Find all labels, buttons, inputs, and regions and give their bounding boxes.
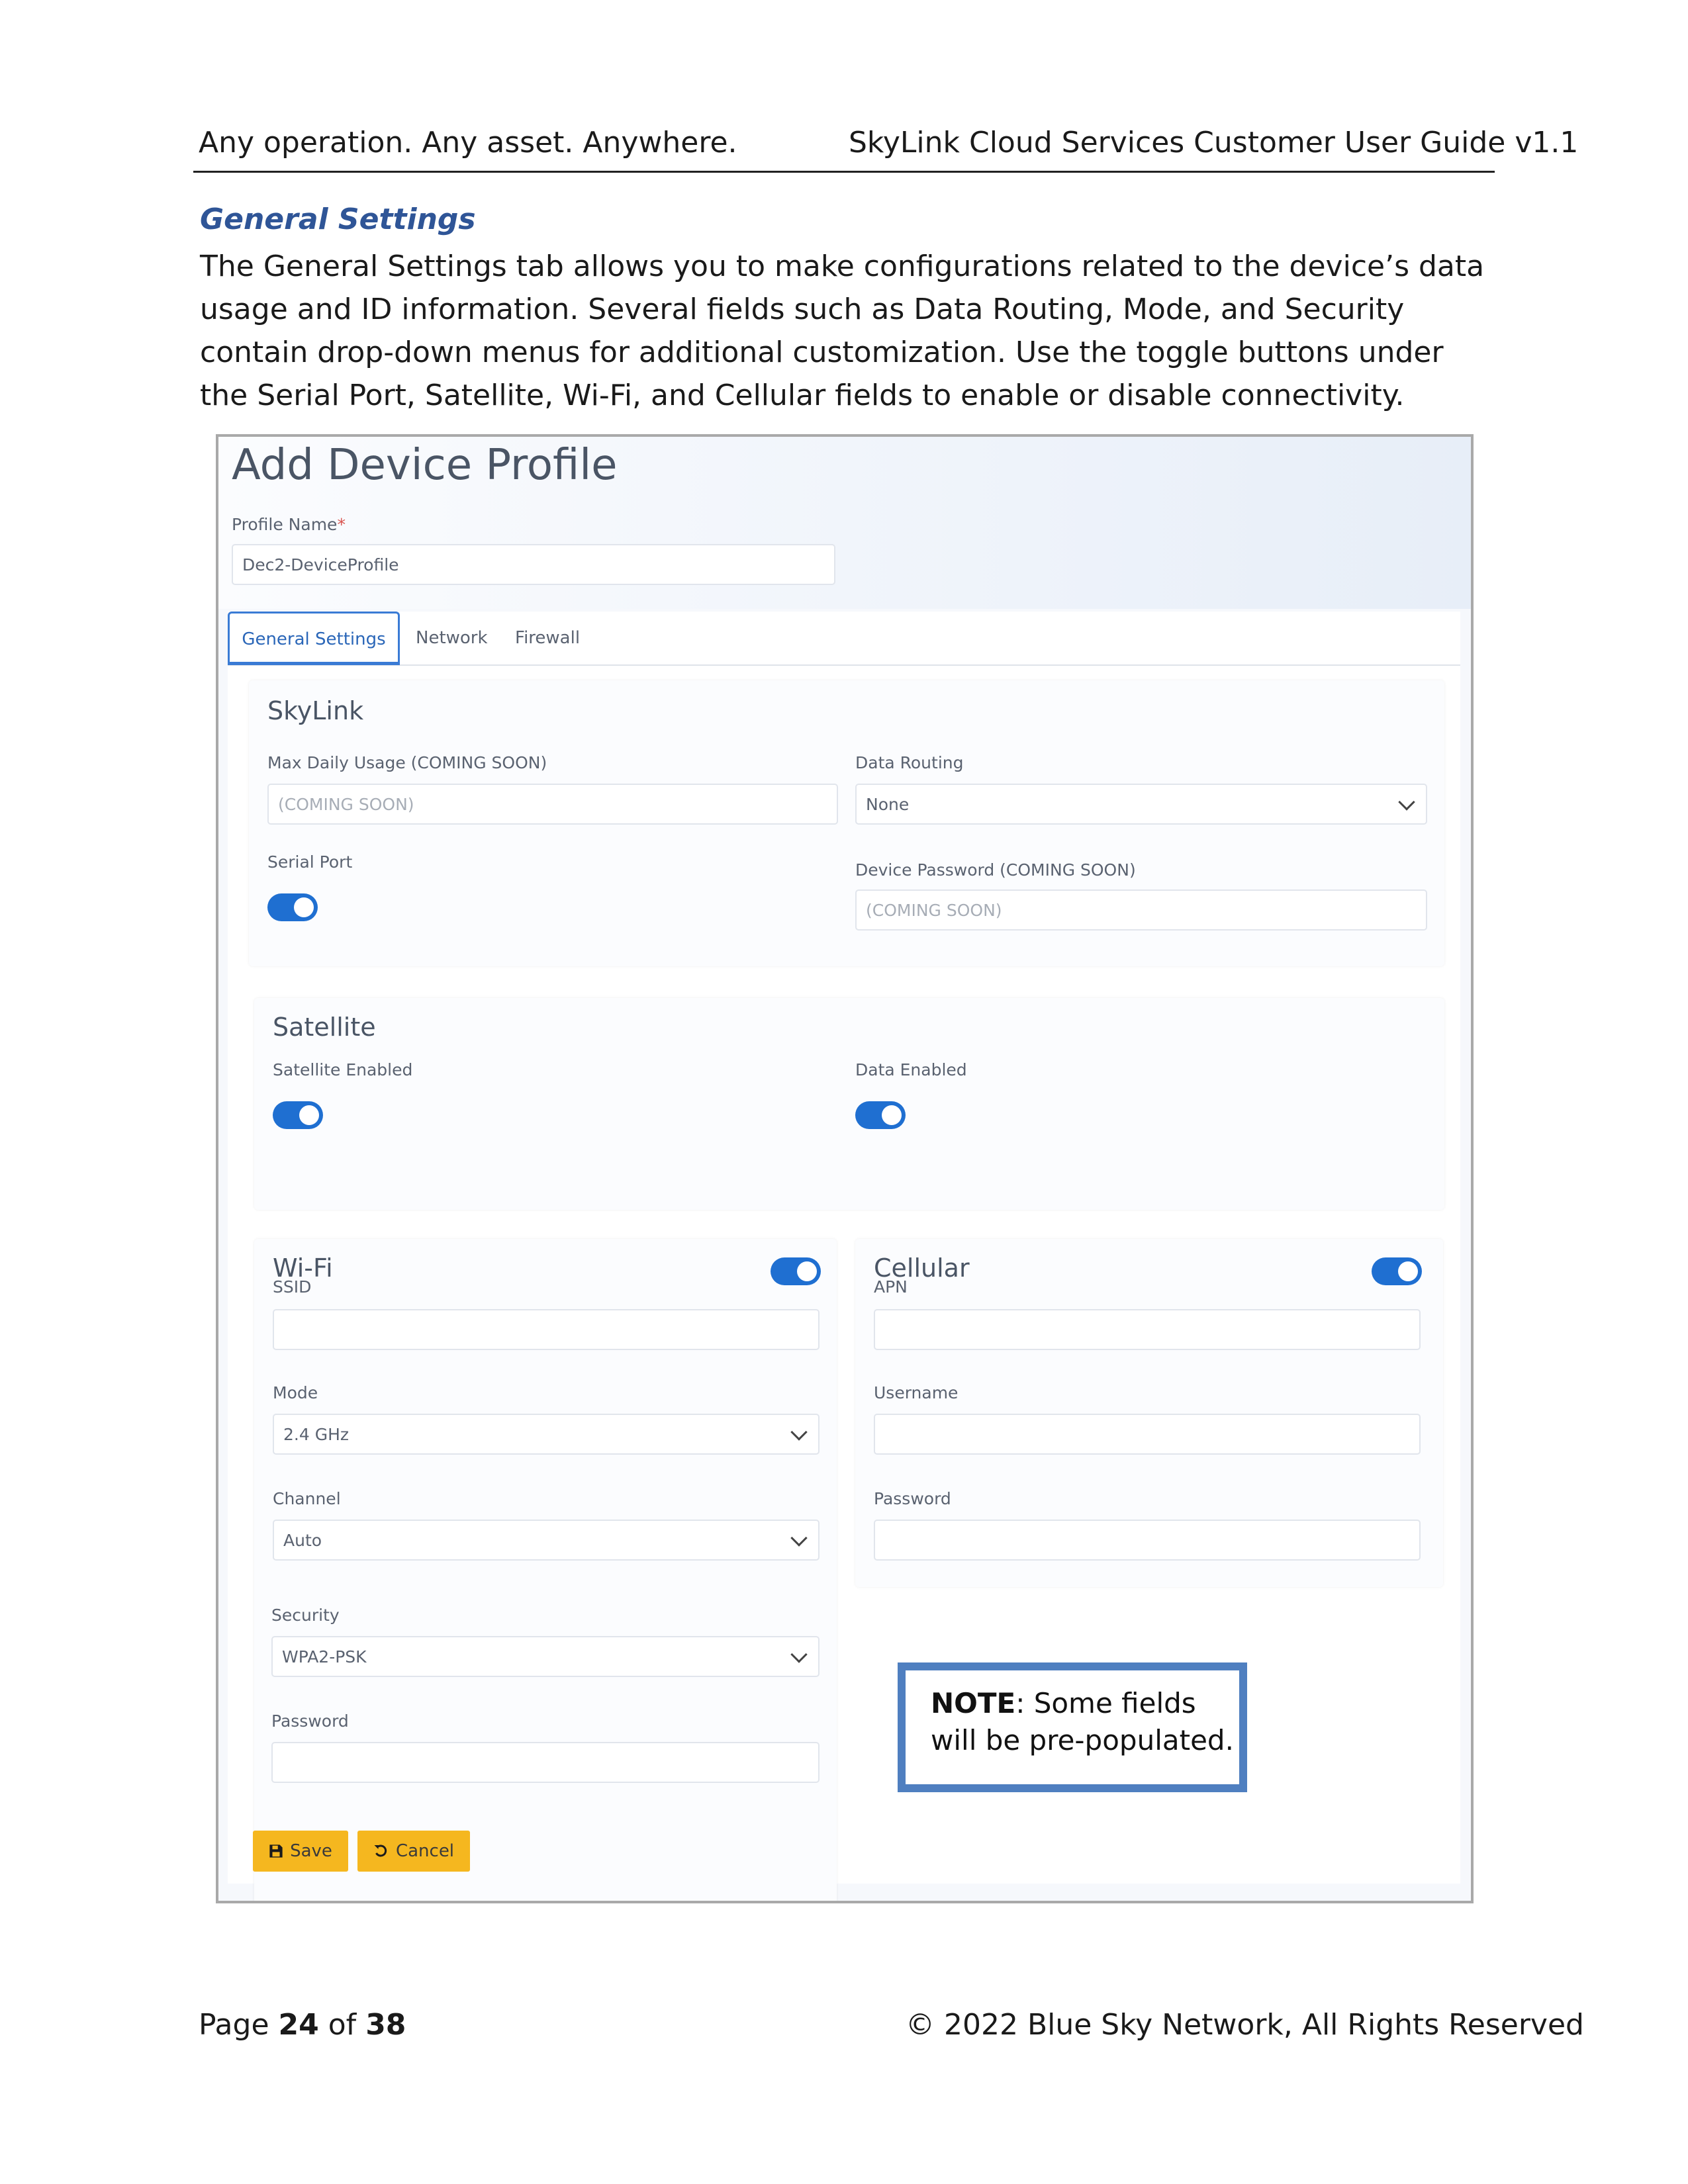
- wifi-toggle[interactable]: [771, 1257, 821, 1285]
- toggle-knob: [1398, 1261, 1418, 1281]
- intro-paragraph: The General Settings tab allows you to m…: [200, 250, 1485, 412]
- data-routing-select[interactable]: None: [855, 784, 1427, 825]
- section-title: General Settings: [200, 203, 476, 236]
- security-select[interactable]: WPA2-PSK: [271, 1636, 820, 1677]
- note-line-1: NOTE: Some fields: [931, 1687, 1196, 1719]
- note-line-2: will be pre-populated.: [931, 1724, 1234, 1756]
- chevron-down-icon: [790, 1646, 808, 1663]
- undo-icon: [374, 1844, 387, 1857]
- ssid-label: SSID: [273, 1277, 312, 1297]
- save-label: Save: [290, 1841, 332, 1861]
- security-label: Security: [271, 1606, 340, 1625]
- channel-label: Channel: [273, 1489, 341, 1508]
- mode-select[interactable]: 2.4 GHz: [273, 1414, 820, 1455]
- save-button[interactable]: Save: [253, 1831, 348, 1872]
- mode-value: 2.4 GHz: [283, 1424, 349, 1444]
- channel-select[interactable]: Auto: [273, 1520, 820, 1561]
- ssid-input[interactable]: [273, 1309, 820, 1350]
- toggle-knob: [882, 1105, 902, 1125]
- data-enabled-label: Data Enabled: [855, 1060, 967, 1079]
- header-doc-title: SkyLink Cloud Services Customer User Gui…: [849, 126, 1579, 159]
- device-password-input[interactable]: (COMING SOON): [855, 889, 1427, 931]
- serial-port-toggle[interactable]: [267, 893, 318, 921]
- max-daily-usage-input[interactable]: (COMING SOON): [267, 784, 838, 825]
- device-password-label: Device Password (COMING SOON): [855, 860, 1136, 880]
- floppy-disk-icon: [269, 1844, 283, 1858]
- chevron-down-icon: [790, 1424, 808, 1441]
- tab-bar: General Settings Network Firewall: [228, 612, 1460, 666]
- page-number: Page 24 of 38: [199, 2008, 406, 2042]
- cancel-label: Cancel: [395, 1841, 455, 1861]
- cancel-button[interactable]: Cancel: [357, 1831, 470, 1872]
- serial-port-label: Serial Port: [267, 852, 353, 872]
- satellite-card: [254, 998, 1444, 1210]
- profile-name-input[interactable]: Dec2-DeviceProfile: [232, 544, 835, 585]
- channel-value: Auto: [283, 1530, 322, 1550]
- chevron-down-icon: [1398, 794, 1415, 811]
- tab-network[interactable]: Network: [416, 612, 488, 664]
- profile-name-label: Profile Name*: [232, 515, 346, 534]
- header-rule: [193, 171, 1495, 173]
- cellular-password-label: Password: [874, 1489, 951, 1508]
- wifi-password-input[interactable]: [271, 1742, 820, 1783]
- toggle-knob: [299, 1105, 319, 1125]
- tab-firewall[interactable]: Firewall: [515, 612, 580, 664]
- note-label: NOTE: [931, 1687, 1016, 1719]
- ui-screenshot: Add Device Profile Profile Name* Dec2-De…: [216, 434, 1474, 1903]
- data-routing-value: None: [866, 794, 910, 814]
- data-routing-label: Data Routing: [855, 753, 964, 772]
- required-marker: *: [337, 515, 346, 534]
- header-tagline: Any operation. Any asset. Anywhere.: [199, 126, 737, 159]
- username-label: Username: [874, 1383, 959, 1402]
- apn-input[interactable]: [874, 1309, 1421, 1350]
- username-input[interactable]: [874, 1414, 1421, 1455]
- note-callout: NOTE: Some fields will be pre-populated.: [898, 1662, 1247, 1792]
- page-title: Add Device Profile: [232, 441, 618, 490]
- wifi-password-label: Password: [271, 1711, 349, 1731]
- toggle-knob: [797, 1261, 817, 1281]
- tab-general-settings[interactable]: General Settings: [228, 612, 400, 664]
- satellite-enabled-toggle[interactable]: [273, 1101, 323, 1129]
- apn-label: APN: [874, 1277, 908, 1297]
- satellite-enabled-label: Satellite Enabled: [273, 1060, 413, 1079]
- toggle-knob: [294, 897, 314, 917]
- chevron-down-icon: [790, 1529, 808, 1547]
- max-daily-usage-label: Max Daily Usage (COMING SOON): [267, 753, 547, 772]
- cellular-toggle[interactable]: [1372, 1257, 1422, 1285]
- mode-label: Mode: [273, 1383, 318, 1402]
- skylink-title: SkyLink: [267, 696, 364, 725]
- security-value: WPA2-PSK: [282, 1647, 367, 1666]
- satellite-title: Satellite: [273, 1013, 376, 1042]
- active-tab-indicator: [228, 662, 400, 665]
- cellular-password-input[interactable]: [874, 1520, 1421, 1561]
- copyright: © 2022 Blue Sky Network, All Rights Rese…: [906, 2008, 1584, 2042]
- data-enabled-toggle[interactable]: [855, 1101, 906, 1129]
